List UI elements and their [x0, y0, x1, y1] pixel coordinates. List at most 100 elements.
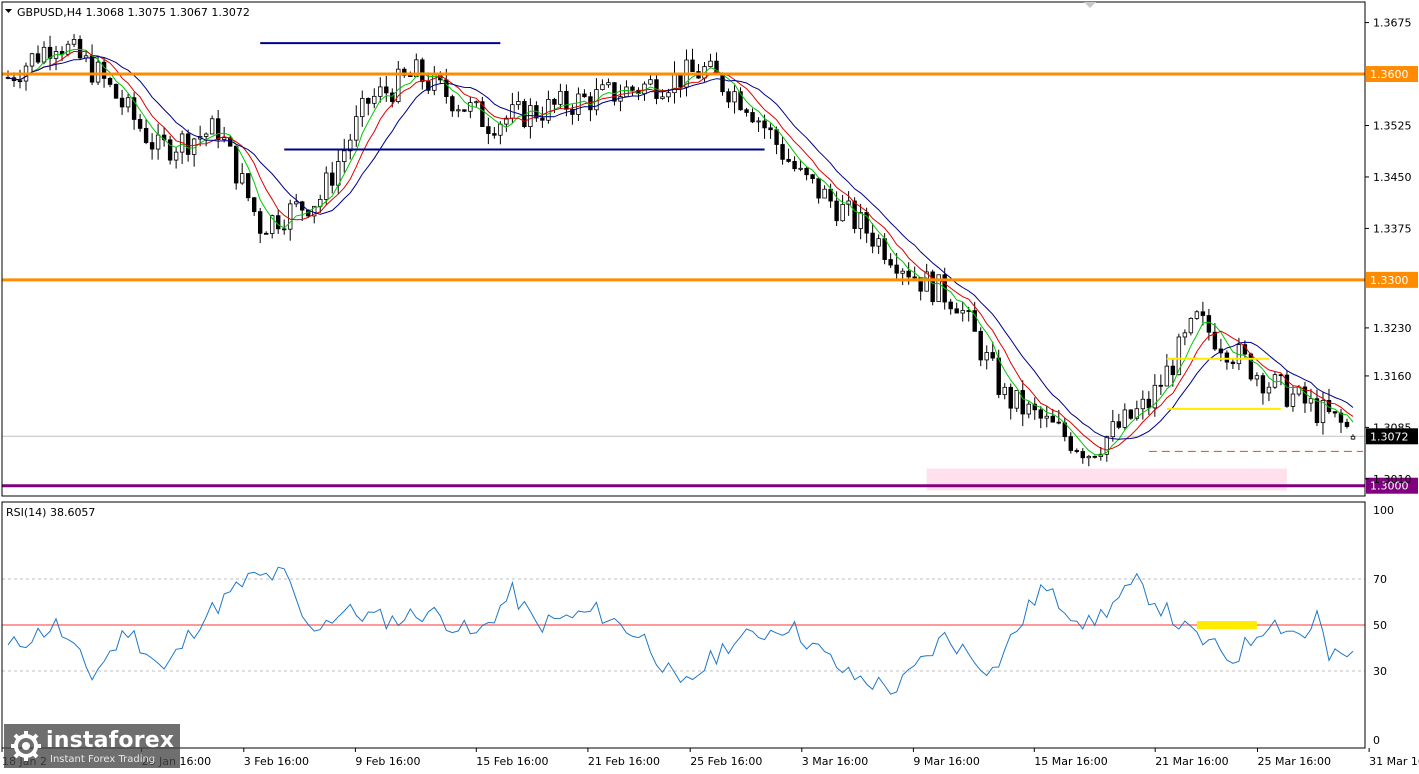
candle-body-bear	[1020, 390, 1025, 415]
candle	[330, 161, 335, 194]
candle-body-bull	[624, 86, 629, 98]
candle	[738, 87, 743, 111]
candle-body-bull	[558, 90, 563, 105]
candle-body-bear	[1056, 421, 1061, 424]
candle	[1146, 391, 1152, 415]
candle-body-bear	[1158, 384, 1164, 387]
candle	[71, 33, 77, 48]
candle	[822, 185, 827, 199]
candle	[900, 268, 905, 285]
candle	[840, 194, 845, 222]
y-tick-label: 1.3375	[1373, 222, 1412, 235]
candle	[792, 156, 797, 172]
candle-body-bear	[882, 238, 887, 260]
candle-body-bear	[1170, 365, 1176, 376]
candle-body-bear	[185, 133, 191, 155]
candle	[522, 98, 527, 129]
candle-body-bull	[798, 167, 803, 170]
candle-body-bull	[209, 118, 215, 135]
level-price-label: 1.3600	[1370, 68, 1409, 81]
candle-body-bull	[648, 79, 653, 85]
candle-body-bull	[221, 137, 227, 140]
candle-body-bear	[215, 118, 221, 140]
candle	[233, 145, 239, 190]
candle-body-bull	[173, 151, 179, 161]
candle	[1278, 373, 1284, 386]
candle-body-bull	[29, 53, 35, 67]
candle	[984, 345, 989, 370]
candle	[1026, 401, 1031, 419]
candle-body-bear	[275, 215, 281, 230]
candle	[360, 90, 365, 127]
candle-body-bear	[1146, 398, 1152, 409]
candle	[1128, 409, 1134, 420]
brand-name: instaforex	[46, 728, 175, 753]
candle-body-bear	[107, 78, 113, 85]
candle-body-bear	[1074, 450, 1079, 452]
candle-body-bull	[456, 109, 461, 112]
chart-canvas[interactable]: RSI(14) 38.6057 1.36001.33001.30001.3675…	[0, 0, 1419, 770]
candle-body-bear	[384, 86, 389, 94]
candle	[888, 253, 893, 269]
candle	[251, 196, 257, 217]
candle-body-bull	[858, 212, 863, 229]
candle-body-bull	[756, 120, 761, 123]
candle	[1014, 390, 1019, 413]
y-tick-label: 1.3230	[1373, 322, 1412, 335]
candle-body-bear	[408, 75, 413, 78]
candle-body-bear	[1344, 421, 1350, 427]
candle	[1158, 374, 1164, 395]
x-tick-label: 15 Feb 16:00	[476, 755, 548, 768]
candle-body-bear	[870, 232, 875, 247]
candle	[504, 115, 509, 132]
candle	[786, 148, 791, 163]
candle	[1344, 418, 1350, 429]
candle	[209, 115, 215, 135]
candle	[1254, 372, 1260, 387]
candle	[780, 136, 785, 165]
candle	[1302, 381, 1308, 413]
candle	[179, 130, 185, 164]
candle	[354, 105, 359, 147]
x-tick-label: 9 Mar 16:00	[913, 755, 979, 768]
price-chart[interactable]	[2, 33, 1365, 491]
candle-body-bull	[984, 352, 989, 361]
x-tick-label: 31 Mar 16:00	[1369, 755, 1419, 768]
candle-body-bear	[1200, 311, 1206, 316]
candle-body-bear	[762, 120, 767, 129]
candle	[1188, 317, 1194, 336]
candle	[119, 89, 125, 115]
candle-body-bear	[149, 142, 155, 150]
candle	[810, 173, 815, 184]
candle-body-bull	[1308, 398, 1314, 404]
candle-body-bear	[588, 96, 593, 111]
candle-body-bull	[600, 84, 605, 90]
candle	[131, 92, 137, 130]
candle	[239, 163, 245, 185]
candle	[624, 80, 629, 98]
candle-body-bear	[233, 145, 239, 184]
candle-body-bear	[720, 73, 725, 93]
candle	[906, 262, 911, 285]
current-price-label: 1.3072	[1370, 430, 1409, 443]
candle-body-bull	[372, 95, 377, 104]
ma-fast-line	[7, 48, 1354, 456]
rsi-chart[interactable]: RSI(14) 38.6057	[2, 506, 1365, 695]
candle	[750, 108, 755, 124]
candle	[990, 341, 995, 361]
candle	[1104, 435, 1110, 462]
shift-marker-icon[interactable]	[1084, 2, 1096, 8]
candle-body-bear	[1008, 386, 1013, 409]
candle-body-bear	[948, 301, 953, 310]
candle-body-bear	[330, 172, 335, 186]
y-tick-label: 1.3675	[1373, 17, 1412, 30]
candle-body-bear	[540, 117, 545, 121]
candle	[954, 302, 959, 314]
candle-body-bull	[1026, 403, 1031, 415]
dropdown-arrow-icon[interactable]	[5, 9, 12, 13]
candle-body-bear	[768, 127, 773, 131]
rsi-y-tick-label: 100	[1373, 504, 1394, 517]
candle	[468, 96, 473, 119]
candle-body-bear	[1038, 409, 1043, 419]
candle	[1068, 432, 1073, 454]
